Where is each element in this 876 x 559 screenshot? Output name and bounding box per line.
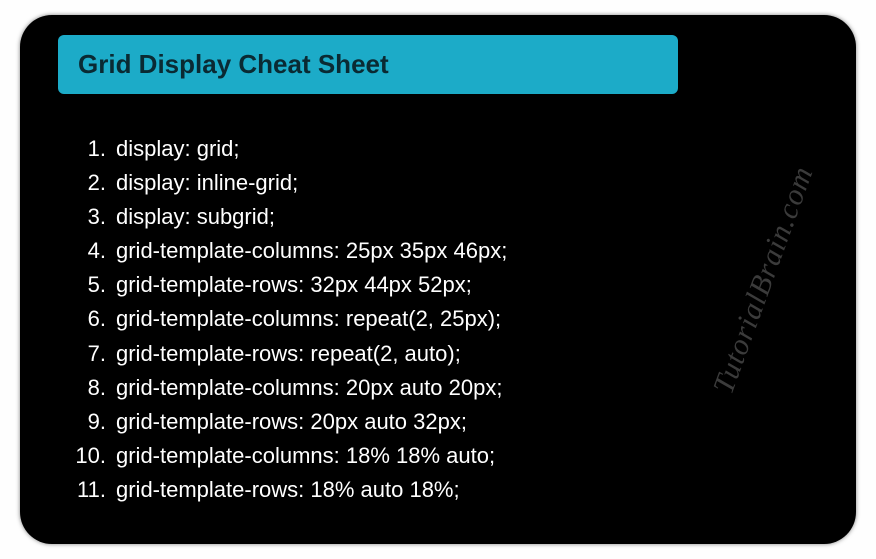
list-item: display: subgrid; [58, 200, 818, 234]
list-item-text: display: grid; [116, 132, 240, 166]
css-properties-list: display: grid; display: inline-grid; dis… [58, 132, 818, 507]
title-bar: Grid Display Cheat Sheet [58, 35, 678, 94]
list-item-text: grid-template-rows: 20px auto 32px; [116, 405, 467, 439]
list-item-text: grid-template-columns: 20px auto 20px; [116, 371, 502, 405]
list-item: grid-template-columns: 20px auto 20px; [58, 371, 818, 405]
list-item-text: grid-template-rows: 18% auto 18%; [116, 473, 460, 507]
list-item-text: grid-template-columns: 25px 35px 46px; [116, 234, 507, 268]
page-title: Grid Display Cheat Sheet [78, 49, 389, 79]
list-item-text: grid-template-rows: 32px 44px 52px; [116, 268, 472, 302]
list-item: grid-template-rows: 32px 44px 52px; [58, 268, 818, 302]
list-item-text: grid-template-columns: repeat(2, 25px); [116, 302, 501, 336]
list-item: display: grid; [58, 132, 818, 166]
list-item-text: grid-template-columns: 18% 18% auto; [116, 439, 495, 473]
list-item-text: display: subgrid; [116, 200, 275, 234]
list-item-text: grid-template-rows: repeat(2, auto); [116, 337, 461, 371]
list-item: grid-template-rows: 20px auto 32px; [58, 405, 818, 439]
list-item: grid-template-columns: 18% 18% auto; [58, 439, 818, 473]
list-item: display: inline-grid; [58, 166, 818, 200]
list-item: grid-template-rows: 18% auto 18%; [58, 473, 818, 507]
list-item: grid-template-rows: repeat(2, auto); [58, 337, 818, 371]
list-item: grid-template-columns: repeat(2, 25px); [58, 302, 818, 336]
list-item-text: display: inline-grid; [116, 166, 298, 200]
cheat-sheet-card: Grid Display Cheat Sheet display: grid; … [20, 15, 856, 544]
list-item: grid-template-columns: 25px 35px 46px; [58, 234, 818, 268]
